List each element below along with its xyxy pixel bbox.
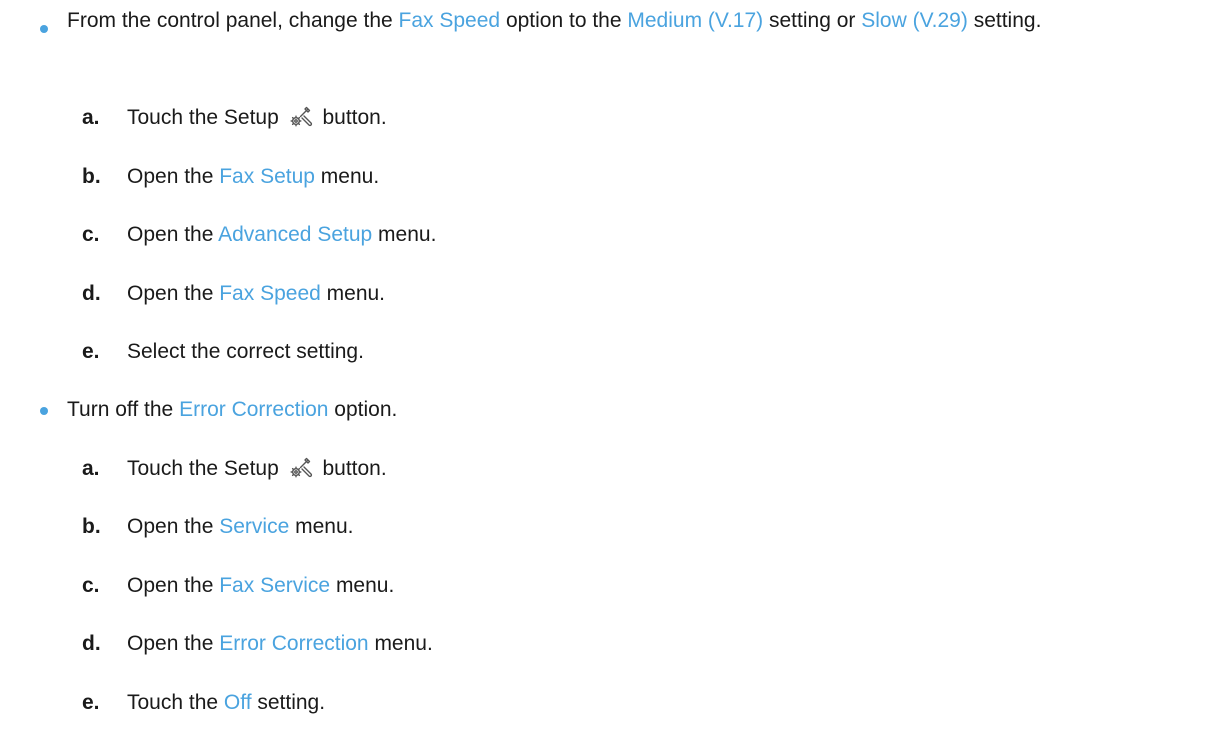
text-run: menu. [330, 574, 395, 597]
step-letter: b. [82, 165, 101, 188]
term-slow-v29: Slow (V.29) [861, 9, 968, 32]
step-letter: a. [82, 457, 100, 480]
setup-icon [290, 457, 312, 478]
step-text: Open the Fax Service menu. [127, 571, 394, 601]
text-run: menu. [314, 165, 380, 188]
text-run: button. [316, 457, 387, 480]
text-run: Open the [127, 282, 220, 305]
step-letter: b. [82, 515, 101, 538]
step-item: c. Open the Fax Service menu. [0, 571, 1213, 601]
term-off: Off [223, 691, 252, 714]
bullet-text: Turn off the Error Correction option. [67, 395, 1207, 425]
step-item: a. Touch the Setup button. [0, 454, 1213, 484]
step-letter: e. [82, 691, 100, 714]
term-medium-v17: Medium (V.17) [627, 9, 764, 32]
text-run: setting or [763, 9, 862, 32]
text-run: option to the [500, 9, 628, 32]
term-advanced-setup: Advanced Setup [218, 223, 373, 246]
text-run: From the control panel, change the [67, 9, 399, 32]
term-service: Service [219, 515, 290, 538]
term-fax-setup: Fax Setup [219, 165, 315, 188]
text-run: menu. [372, 223, 437, 246]
text-run: menu. [368, 632, 433, 655]
text-run: Touch the Setup [127, 457, 285, 480]
term-error-correction: Error Correction [219, 632, 369, 655]
text-run: Open the [127, 574, 220, 597]
text-run: setting. [967, 9, 1042, 32]
text-run: menu. [320, 282, 386, 305]
step-text: Select the correct setting. [127, 337, 364, 367]
text-run: Select the correct setting. [127, 340, 364, 363]
text-run: Open the [127, 165, 220, 188]
step-letter: c. [82, 223, 100, 246]
step-text: Open the Error Correction menu. [127, 629, 433, 659]
step-item: e. Select the correct setting. [0, 337, 1213, 367]
term-fax-service: Fax Service [219, 574, 331, 597]
bullet-text: From the control panel, change the Fax S… [67, 6, 1207, 36]
text-run: Touch the [127, 691, 224, 714]
step-text: Open the Advanced Setup menu. [127, 220, 436, 250]
step-text: Open the Fax Speed menu. [127, 279, 385, 309]
step-letter: a. [82, 106, 100, 129]
step-letter: d. [82, 632, 101, 655]
step-letter: d. [82, 282, 101, 305]
step-text: Touch the Setup button. [127, 103, 387, 133]
step-item: b. Open the Service menu. [0, 512, 1213, 542]
step-item: a. Touch the Setup button. [0, 103, 1213, 133]
step-text: Open the Fax Setup menu. [127, 162, 379, 192]
step-item: e. Touch the Off setting. [0, 688, 1213, 718]
step-letter: e. [82, 340, 100, 363]
setup-icon [290, 106, 312, 127]
text-run: Turn off the [67, 398, 180, 421]
term-error-correction: Error Correction [179, 398, 329, 421]
bullet-dot [40, 407, 48, 415]
text-run: setting. [251, 691, 326, 714]
text-run: Open the [127, 632, 220, 655]
step-item: b. Open the Fax Setup menu. [0, 162, 1213, 192]
step-item: c. Open the Advanced Setup menu. [0, 220, 1213, 250]
step-item: d. Open the Error Correction menu. [0, 629, 1213, 659]
text-run: button. [316, 106, 387, 129]
bullet-dot [40, 25, 48, 33]
step-text: Touch the Off setting. [127, 688, 325, 718]
term-fax-speed: Fax Speed [219, 282, 321, 305]
step-text: Open the Service menu. [127, 512, 353, 542]
term-fax-speed: Fax Speed [398, 9, 501, 32]
step-item: d. Open the Fax Speed menu. [0, 279, 1213, 309]
text-run: Open the [127, 223, 219, 246]
text-run: menu. [289, 515, 354, 538]
step-text: Touch the Setup button. [127, 454, 387, 484]
text-run: Touch the Setup [127, 106, 285, 129]
text-run: Open the [127, 515, 220, 538]
text-run: option. [328, 398, 398, 421]
step-letter: c. [82, 574, 100, 597]
